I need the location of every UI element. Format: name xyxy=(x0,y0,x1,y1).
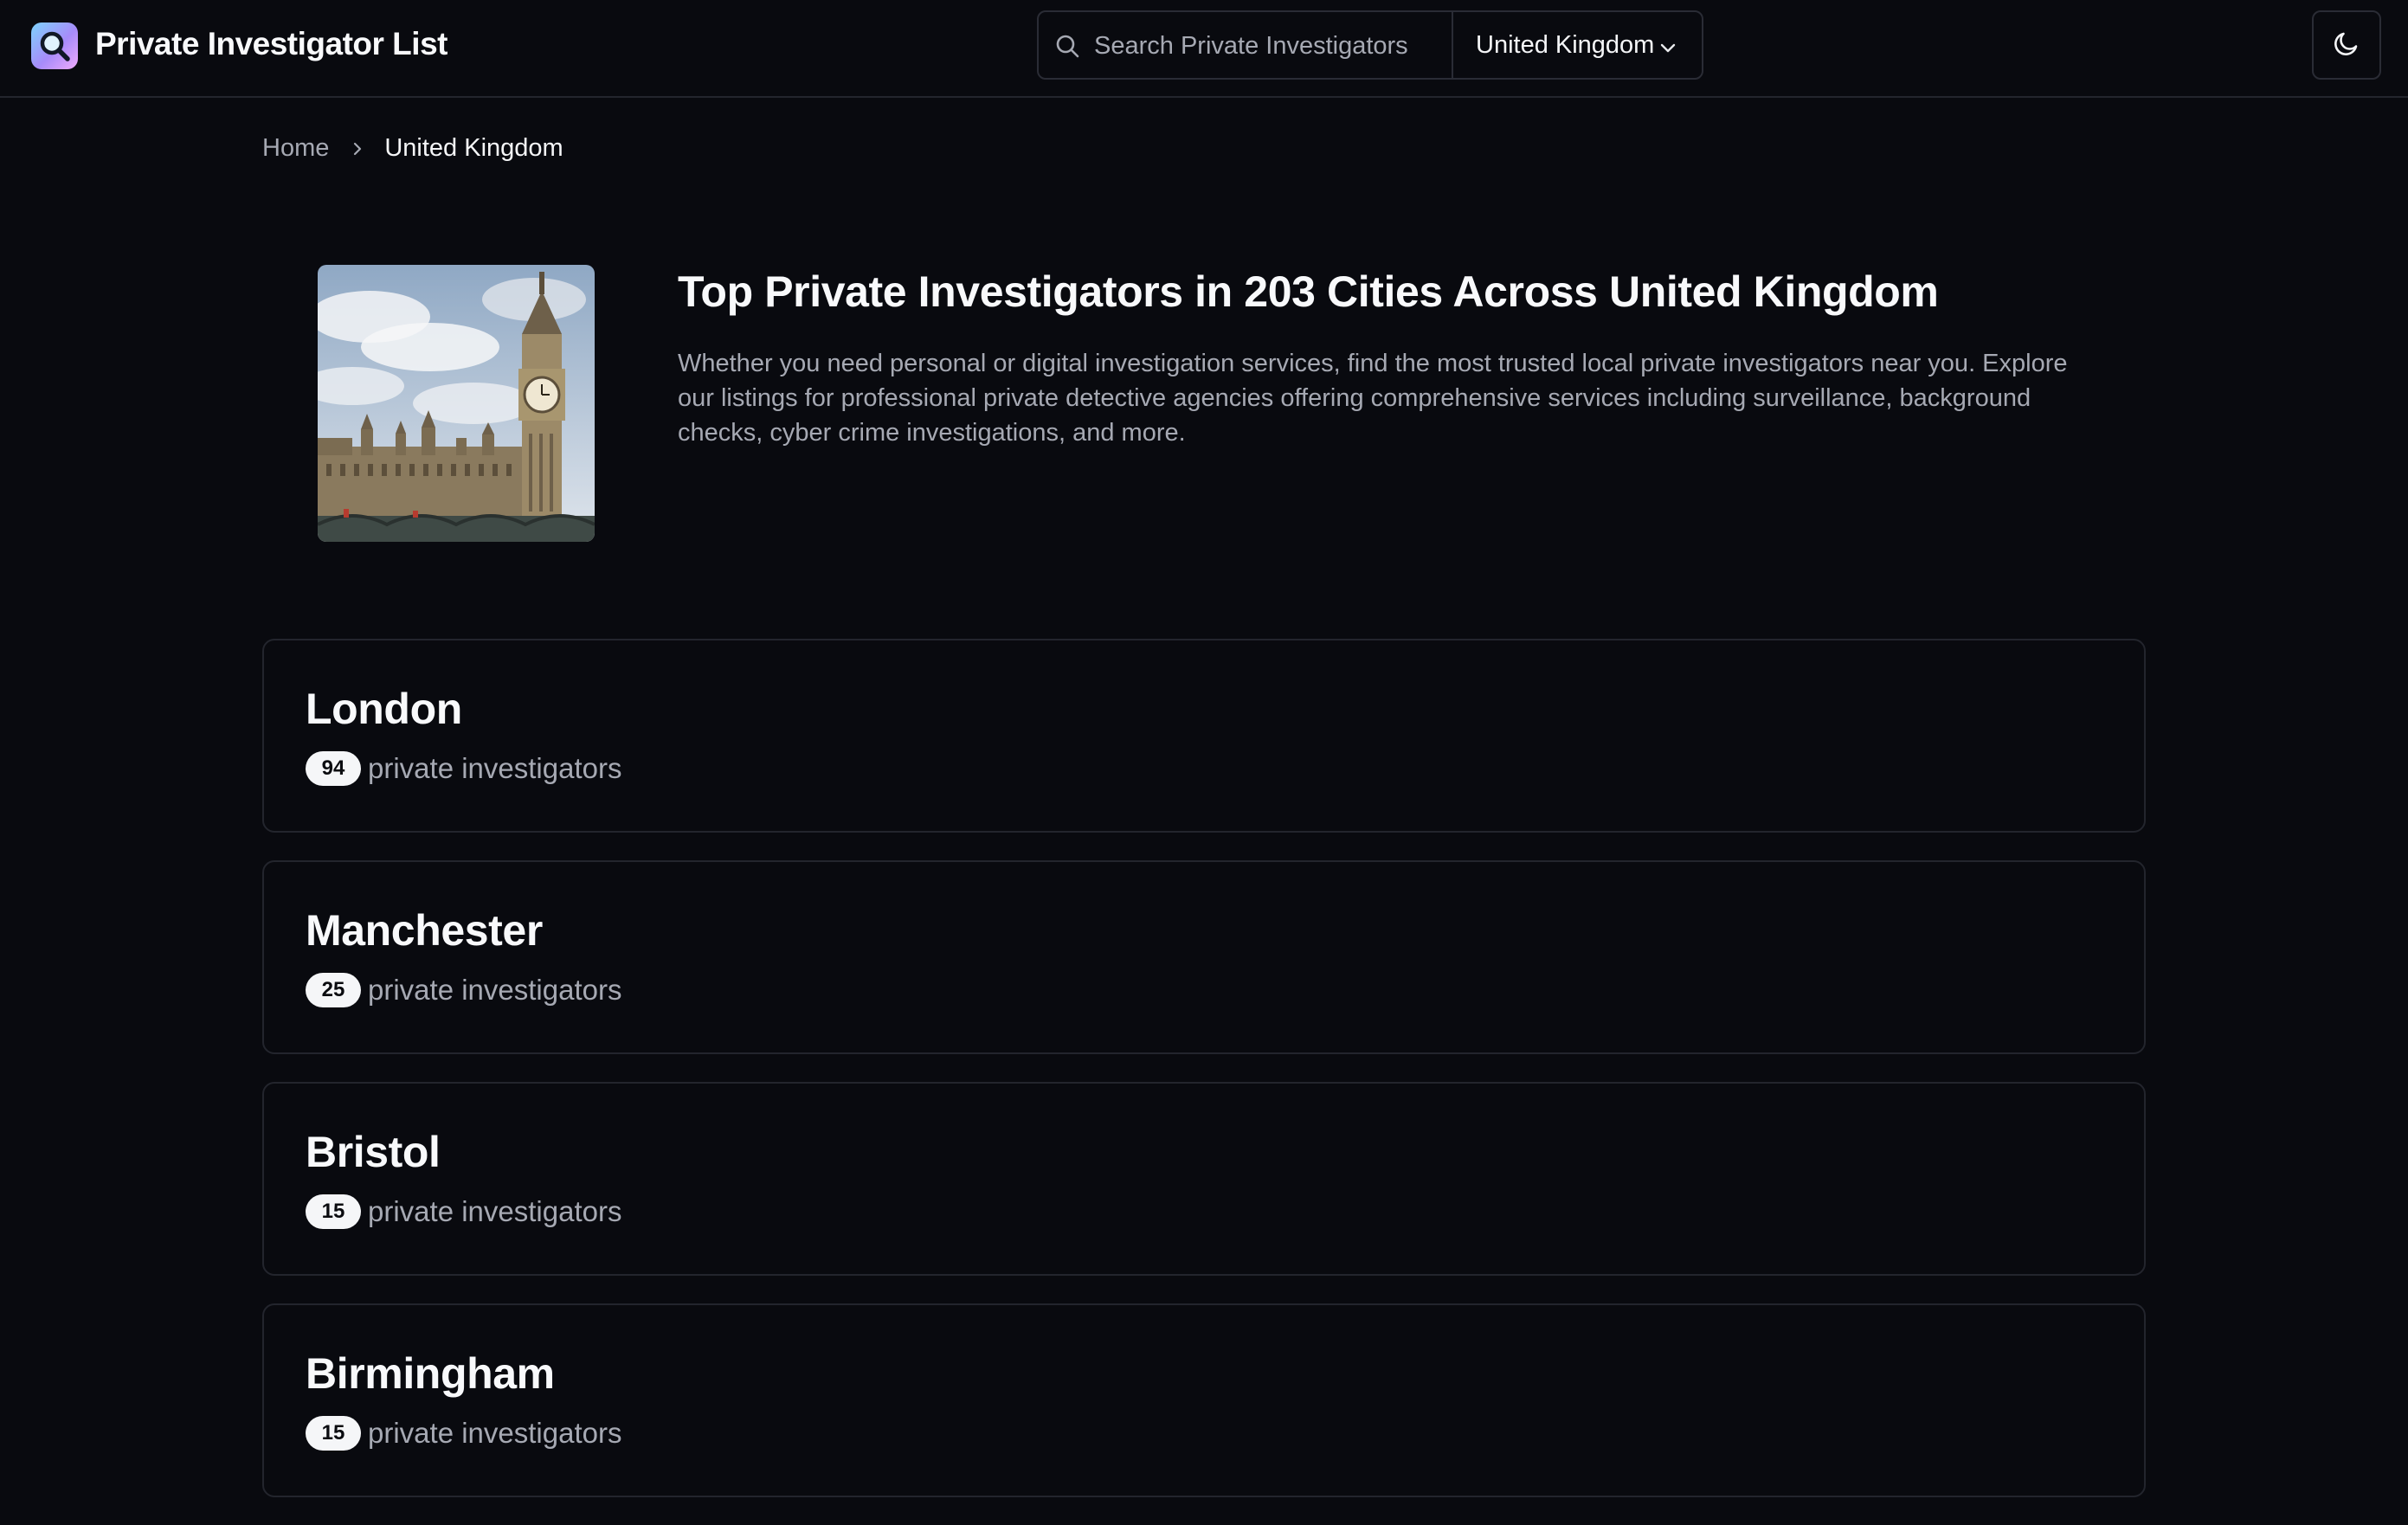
city-name: Bristol xyxy=(306,1128,441,1176)
search-input[interactable] xyxy=(1094,24,1440,68)
investigator-count-badge: 94 xyxy=(306,751,361,786)
investigator-count-badge: 15 xyxy=(306,1194,361,1229)
search-bar: United Kingdom xyxy=(1037,10,1703,80)
investigator-count-badge: 25 xyxy=(306,973,361,1007)
country-select[interactable]: United Kingdom xyxy=(1455,12,1702,78)
city-card-bristol[interactable]: Bristol 15 private investigators xyxy=(262,1082,2146,1276)
breadcrumb: Home United Kingdom xyxy=(262,134,563,163)
site-brand-title[interactable]: Private Investigator List xyxy=(95,26,447,62)
top-navbar: Private Investigator List United Kingdom xyxy=(0,0,2408,98)
investigator-count-label: private investigators xyxy=(368,1195,622,1227)
breadcrumb-home-link[interactable]: Home xyxy=(262,134,329,163)
investigator-count-label: private investigators xyxy=(368,752,622,784)
city-name: Manchester xyxy=(306,906,543,955)
search-icon xyxy=(1054,33,1080,63)
breadcrumb-current: United Kingdom xyxy=(384,134,563,162)
investigator-count-label: private investigators xyxy=(368,1417,622,1449)
chevron-down-icon xyxy=(1659,33,1677,61)
moon-icon xyxy=(2331,28,2362,63)
city-count-row: 25 private investigators xyxy=(306,973,621,1007)
big-ben-hero-image xyxy=(318,265,595,542)
page-title: Top Private Investigators in 203 Cities … xyxy=(678,267,1939,316)
city-card-manchester[interactable]: Manchester 25 private investigators xyxy=(262,860,2146,1054)
search-divider xyxy=(1452,12,1453,78)
investigator-count-badge: 15 xyxy=(306,1416,361,1451)
investigator-count-label: private investigators xyxy=(368,974,622,1006)
city-card-london[interactable]: London 94 private investigators xyxy=(262,639,2146,833)
country-select-label: United Kingdom xyxy=(1476,30,1655,59)
city-count-row: 94 private investigators xyxy=(306,751,621,786)
city-name: Birmingham xyxy=(306,1349,555,1398)
page-description: Whether you need personal or digital inv… xyxy=(678,350,2068,447)
magnifier-logo-icon[interactable] xyxy=(31,23,78,69)
theme-toggle-button[interactable] xyxy=(2312,10,2381,80)
city-card-birmingham[interactable]: Birmingham 15 private investigators xyxy=(262,1303,2146,1497)
city-list: London 94 private investigators Manchest… xyxy=(262,639,2146,1525)
chevron-right-icon xyxy=(351,140,364,158)
city-count-row: 15 private investigators xyxy=(306,1416,621,1451)
city-count-row: 15 private investigators xyxy=(306,1194,621,1229)
city-name: London xyxy=(306,685,462,733)
